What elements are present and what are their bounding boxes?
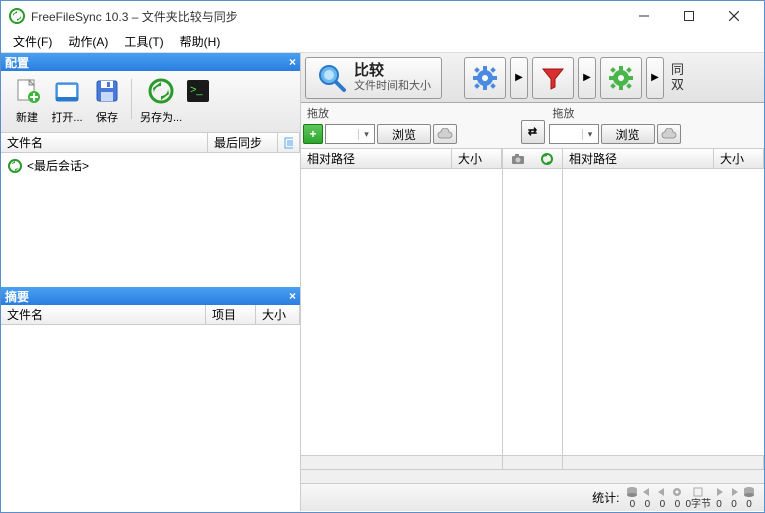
summary-title: 摘要 — [5, 288, 29, 305]
summary-body — [1, 325, 300, 511]
menubar: 文件(F) 动作(A) 工具(T) 帮助(H) — [1, 31, 764, 53]
config-list: 文件名 最后同步 <最后会话> — [1, 133, 300, 287]
gear-green-icon — [608, 65, 634, 91]
minimize-button[interactable] — [621, 2, 666, 31]
sync-tiny-icon — [540, 152, 554, 166]
folder-pair-row: 拖放 + ▾ 浏览 ⇄ 拖放 ▾ 浏览 — [301, 103, 764, 149]
compare-grid: 相对路径 大小 相对路径 大小 — [301, 149, 764, 455]
left-browse-button[interactable]: 浏览 — [377, 124, 431, 144]
new-button[interactable]: 新建 — [11, 75, 43, 125]
open-icon — [51, 75, 83, 107]
compare-settings-button[interactable] — [464, 57, 506, 99]
right-browse-button[interactable]: 浏览 — [601, 124, 655, 144]
saveas-sync-button[interactable]: 另存为... — [140, 75, 182, 125]
summary-col-size[interactable]: 大小 — [256, 305, 300, 324]
left-col-relpath[interactable]: 相对路径 — [301, 149, 452, 168]
app-icon — [9, 8, 25, 24]
left-grid-body — [301, 169, 502, 455]
left-folder-input[interactable]: ▾ — [325, 124, 375, 144]
titlebar: FreeFileSync 10.3 – 文件夹比较与同步 — [1, 1, 764, 31]
right-cloud-button[interactable] — [657, 124, 681, 144]
add-pair-button[interactable]: + — [303, 124, 323, 144]
swap-sides-button[interactable]: ⇄ — [521, 120, 545, 144]
right-col-size[interactable]: 大小 — [714, 149, 764, 168]
sync-settings-dropdown[interactable]: ▶ — [646, 57, 664, 99]
right-col-relpath[interactable]: 相对路径 — [563, 149, 714, 168]
right-folder-input[interactable]: ▾ — [549, 124, 599, 144]
config-col-name[interactable]: 文件名 — [1, 133, 208, 152]
stats-label: 统计: — [592, 489, 619, 506]
action-bar: 比较文件时间和大小 ▶ ▶ ▶ 同双 — [301, 53, 764, 103]
maximize-button[interactable] — [666, 2, 711, 31]
camera-icon — [511, 153, 525, 165]
open-button[interactable]: 打开... — [51, 75, 83, 125]
menu-tools[interactable]: 工具(T) — [116, 31, 171, 52]
filter-dropdown[interactable]: ▶ — [578, 57, 596, 99]
sync-label: 同双 — [668, 63, 687, 92]
summary-col-name[interactable]: 文件名 — [1, 305, 206, 324]
close-button[interactable] — [711, 2, 756, 31]
menu-file[interactable]: 文件(F) — [5, 31, 60, 52]
menu-action[interactable]: 动作(A) — [60, 31, 116, 52]
bytes-icon — [691, 485, 705, 499]
sync-green-icon — [145, 75, 177, 107]
mid-col-category[interactable] — [503, 149, 533, 168]
db-left-icon — [625, 485, 639, 499]
statusbar: 统计: 0 0 0 0 0字节 0 0 0 — [301, 483, 764, 511]
svg-text:>_: >_ — [190, 84, 203, 96]
batch-icon: >_ — [182, 75, 214, 107]
menu-help[interactable]: 帮助(H) — [172, 31, 229, 52]
funnel-icon — [540, 65, 566, 91]
config-panel-title: 配置 — [5, 54, 29, 71]
left-drop-label: 拖放 — [303, 105, 517, 121]
config-toolbar: 新建 打开... 保存 另存为... >_ — [1, 71, 300, 133]
left-cloud-button[interactable] — [433, 124, 457, 144]
compare-icon — [316, 62, 348, 94]
summary-col-items[interactable]: 项目 — [206, 305, 256, 324]
stats-icons: 0 0 0 0 0字节 0 0 0 — [625, 485, 756, 510]
db-right-icon — [742, 485, 756, 499]
compare-dropdown[interactable]: ▶ — [510, 57, 528, 99]
saveas-batch-button[interactable]: >_ — [182, 75, 214, 121]
gear-blue-icon — [472, 65, 498, 91]
window-title: FreeFileSync 10.3 – 文件夹比较与同步 — [31, 8, 621, 25]
save-button[interactable]: 保存 — [91, 75, 123, 125]
right-drop-label: 拖放 — [549, 105, 763, 121]
compare-button[interactable]: 比较文件时间和大小 — [305, 57, 442, 99]
arrow-left-grey-icon — [640, 485, 654, 499]
summary-close[interactable]: × — [289, 289, 296, 303]
summary-panel: 摘要 × 文件名 项目 大小 — [1, 287, 300, 511]
cloud-icon — [661, 128, 677, 140]
arrow-left2-grey-icon — [655, 485, 669, 499]
left-col-size[interactable]: 大小 — [452, 149, 502, 168]
filter-button[interactable] — [532, 57, 574, 99]
mid-grid-body — [503, 169, 562, 455]
save-icon — [91, 75, 123, 107]
right-grid-body — [563, 169, 764, 455]
file-new-icon — [11, 75, 43, 107]
cloud-icon — [437, 128, 453, 140]
arrow-right2-grey-icon — [727, 485, 741, 499]
config-col-icon[interactable] — [278, 133, 300, 152]
gear-grey-icon — [670, 485, 684, 499]
config-panel-close[interactable]: × — [289, 55, 296, 69]
view-filter-bar — [301, 455, 764, 469]
config-entry[interactable]: <最后会话> — [5, 155, 296, 176]
config-panel-header: 配置 × — [1, 53, 300, 71]
arrow-right-grey-icon — [712, 485, 726, 499]
sync-settings-button[interactable] — [600, 57, 642, 99]
horizontal-scrollbar[interactable] — [301, 469, 764, 483]
config-col-sync[interactable]: 最后同步 — [208, 133, 278, 152]
sync-small-icon — [7, 158, 23, 174]
mid-col-action[interactable] — [533, 149, 563, 168]
